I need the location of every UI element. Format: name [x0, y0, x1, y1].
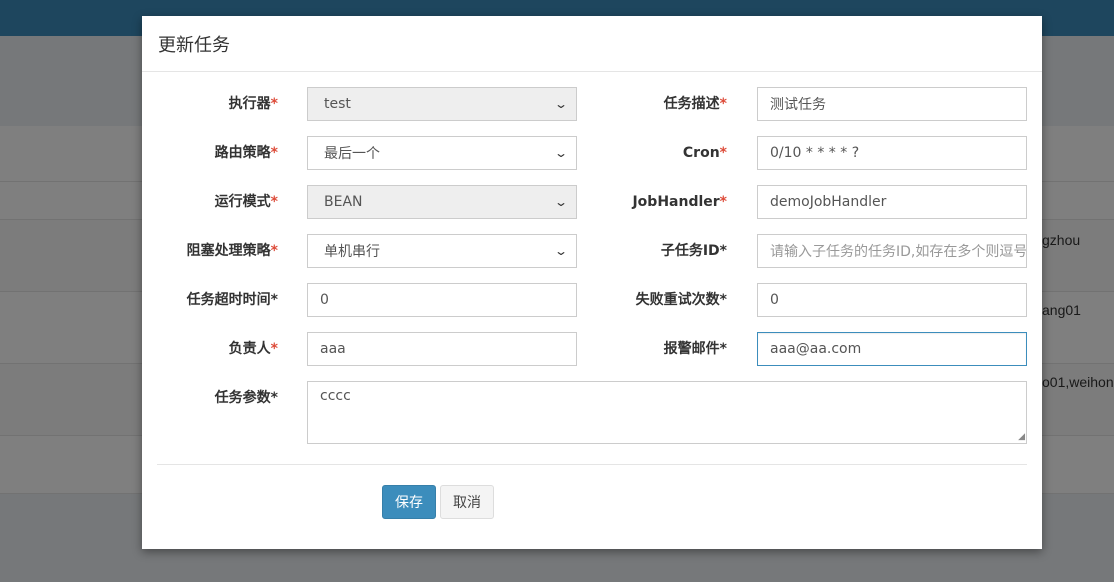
alarm-email-input[interactable]: aaa@aa.com: [757, 332, 1027, 366]
executor-value: test: [324, 96, 351, 112]
params-textarea[interactable]: cccc ◢: [307, 381, 1027, 444]
executor-label: 执行器*: [228, 96, 278, 112]
params-label: 任务参数*: [214, 390, 278, 406]
child-job-id-label: 子任务ID*: [660, 243, 727, 259]
cron-input[interactable]: 0/10 * * * * ?: [757, 136, 1027, 170]
run-mode-label: 运行模式*: [214, 194, 278, 210]
save-button[interactable]: 保存: [382, 485, 436, 519]
block-strategy-label: 阻塞处理策略*: [186, 243, 278, 259]
resize-handle-icon[interactable]: ◢: [1018, 433, 1025, 442]
params-value: cccc: [320, 388, 351, 404]
modal-header: 更新任务: [142, 16, 1042, 72]
cron-label: Cron*: [682, 145, 727, 161]
update-job-dialog: 更新任务 执行器* test ⌄ 任务描述* 测试任务 路由策略* 最后一个 ⌄…: [142, 16, 1042, 549]
run-mode-value: BEAN: [324, 194, 363, 210]
description-label: 任务描述*: [663, 96, 727, 112]
fail-retry-label: 失败重试次数*: [635, 292, 727, 308]
child-job-id-input[interactable]: 请输入子任务的任务ID,如存在多个则逗号分隔: [757, 234, 1027, 268]
job-handler-input[interactable]: demoJobHandler: [757, 185, 1027, 219]
alarm-email-label: 报警邮件*: [663, 341, 727, 357]
fail-retry-input[interactable]: 0: [757, 283, 1027, 317]
description-input[interactable]: 测试任务: [757, 87, 1027, 121]
form-divider: [157, 464, 1027, 465]
timeout-label: 任务超时时间*: [186, 292, 278, 308]
cancel-button[interactable]: 取消: [440, 485, 494, 519]
modal-title: 更新任务: [158, 34, 230, 56]
block-strategy-value: 单机串行: [324, 244, 380, 260]
job-handler-label: JobHandler*: [632, 194, 727, 210]
route-strategy-value: 最后一个: [324, 146, 380, 162]
owner-label: 负责人*: [228, 341, 278, 357]
route-strategy-label: 路由策略*: [214, 145, 278, 161]
